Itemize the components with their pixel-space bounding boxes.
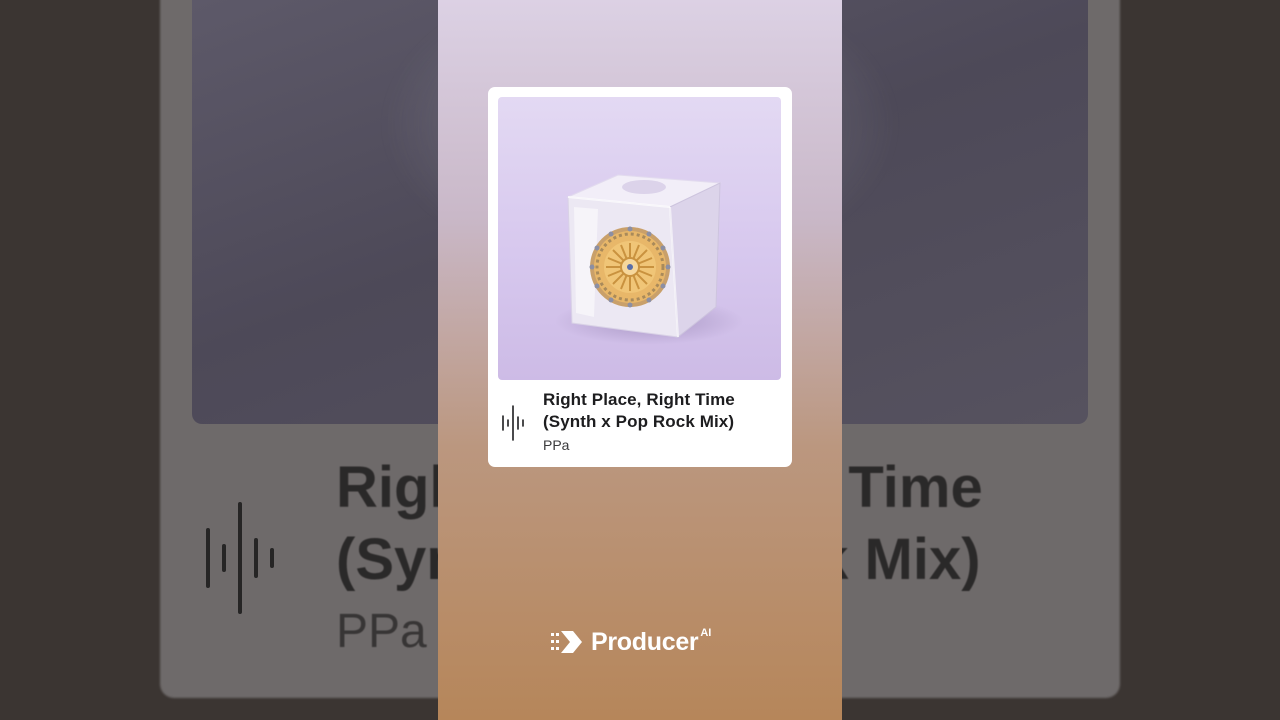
- track-title: Right Place, Right Time (Synth x Pop Roc…: [543, 389, 783, 433]
- track-artist: PPa: [543, 437, 570, 453]
- brand-superscript: AI: [700, 627, 712, 639]
- track-card[interactable]: Right Place, Right Time (Synth x Pop Roc…: [488, 87, 792, 467]
- track-info: Right Place, Right Time (Synth x Pop Roc…: [488, 380, 792, 467]
- waveform-icon: [502, 405, 524, 441]
- ice-cube-image: [566, 174, 722, 338]
- brand-name: Producer: [591, 627, 699, 656]
- video-panel: Right Place, Right Time (Synth x Pop Roc…: [438, 0, 842, 720]
- album-artwork: [498, 97, 781, 380]
- background-echo-artist: PPa: [336, 605, 427, 658]
- track-title-line1: Right Place, Right Time: [543, 390, 735, 409]
- background-waveform-icon: [206, 502, 274, 614]
- track-title-line2: (Synth x Pop Rock Mix): [543, 412, 735, 431]
- producer-logo-icon: [551, 631, 582, 653]
- producer-brand: Producer AI: [551, 626, 711, 658]
